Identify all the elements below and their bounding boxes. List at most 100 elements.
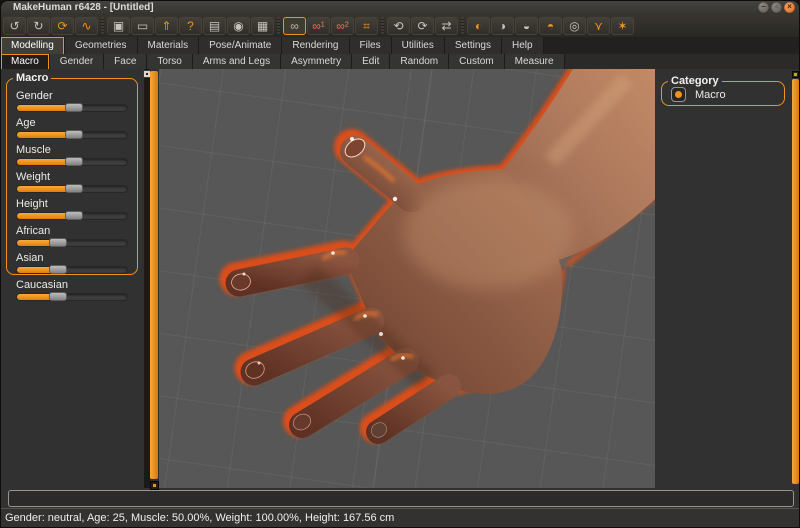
tab-pose-animate[interactable]: Pose/Animate (199, 37, 283, 54)
redo-icon[interactable]: ↻ (27, 17, 50, 35)
undo-icon[interactable]: ↺ (3, 17, 26, 35)
tab-help[interactable]: Help (502, 37, 544, 54)
slider-muscle: Muscle (16, 144, 128, 166)
progress-bar (8, 490, 794, 507)
smooth-shading-icon[interactable]: ∞ (283, 17, 306, 35)
slider-label: Muscle (16, 144, 51, 156)
subtab-random[interactable]: Random (390, 54, 450, 69)
toolbar-separator (381, 17, 384, 35)
anaglyph-1-icon[interactable]: ∞¹ (307, 17, 330, 35)
right-panel-scroll-button[interactable] (792, 71, 799, 78)
slider-handle[interactable] (65, 103, 84, 112)
subtab-edit[interactable]: Edit (352, 54, 391, 69)
tab-materials[interactable]: Materials (137, 37, 200, 54)
slider-gender: Gender (16, 90, 128, 112)
hand-model (219, 69, 655, 444)
tab-modelling[interactable]: Modelling (1, 37, 65, 54)
subtab-torso[interactable]: Torso (147, 54, 193, 69)
sub-tab-row: Macro Gender Face Torso Arms and Legs Asymmet… (1, 54, 799, 69)
macro-sliders: Gender Age Muscle Weight Height African Asian C… (7, 79, 137, 301)
slider-handle[interactable] (48, 292, 67, 301)
slider-track[interactable] (16, 265, 128, 274)
grab-screenshot-icon[interactable]: ◉ (227, 17, 250, 35)
radio-label: Macro (695, 88, 726, 101)
slider-label: Height (16, 198, 48, 210)
minimize-button[interactable]: – (758, 2, 769, 13)
slider-asian: Asian (16, 252, 128, 274)
export-file-icon[interactable]: ⇑ (155, 17, 178, 35)
slider-handle[interactable] (65, 130, 84, 139)
save-render-icon[interactable]: ▤ (203, 17, 226, 35)
window-buttons: – ▫ × (758, 2, 795, 13)
tab-geometries[interactable]: Geometries (64, 37, 138, 54)
slider-caucasian: Caucasian (16, 279, 128, 301)
tab-files[interactable]: Files (349, 37, 392, 54)
save-file-icon[interactable]: ▣ (107, 17, 130, 35)
slider-label: Age (16, 117, 36, 129)
slider-handle[interactable] (65, 184, 84, 193)
viewport-left-scroll-button[interactable] (150, 481, 159, 490)
front-view-icon[interactable]: ◐ (467, 17, 490, 35)
toolbar-separator (461, 17, 464, 35)
slider-handle[interactable] (48, 265, 67, 274)
slider-label: Caucasian (16, 279, 68, 291)
slider-label: Gender (16, 90, 53, 102)
rotate-left-icon[interactable]: ⟲ (387, 17, 410, 35)
slider-track[interactable] (16, 238, 128, 247)
subtab-asymmetry[interactable]: Asymmetry (281, 54, 353, 69)
anaglyph-2-icon[interactable]: ∞² (331, 17, 354, 35)
toolbar-separator (277, 17, 280, 35)
flip-view-icon[interactable]: ⇄ (435, 17, 458, 35)
makehuman-window: MakeHuman r6428 - [Untitled] – ▫ × ↺ ↻ ⟳ ∿ ▣ ▭ ⇑… (0, 0, 800, 528)
symmetry-icon[interactable]: ⋎ (587, 17, 610, 35)
slider-track[interactable] (16, 130, 128, 139)
close-button[interactable]: × (784, 2, 795, 13)
reset-model-icon[interactable]: ⟳ (51, 17, 74, 35)
right-panel-scrollbar[interactable] (792, 79, 799, 484)
slider-track[interactable] (16, 211, 128, 220)
left-view-icon[interactable]: ◒ (515, 17, 538, 35)
category-groupbox: Category Macro (661, 75, 785, 106)
toolbar: ↺ ↻ ⟳ ∿ ▣ ▭ ⇑? ▤ ◉ ▦ ∞ ∞¹ ∞² ⌗ ⟲ ⟳ ⇄ ◐ ◑ ◒ ◓ ◎ ⋎ ✶ (1, 15, 799, 37)
slider-height: Height (16, 198, 128, 220)
window-title: MakeHuman r6428 - [Untitled] (13, 2, 154, 13)
top-view-icon[interactable]: ◎ (563, 17, 586, 35)
wireframe-icon[interactable]: ⌗ (355, 17, 378, 35)
slider-track[interactable] (16, 292, 128, 301)
slider-handle[interactable] (65, 211, 84, 220)
viewport-3d[interactable] (159, 69, 655, 488)
slider-handle[interactable] (48, 238, 67, 247)
maximize-button[interactable]: ▫ (771, 2, 782, 13)
subtab-custom[interactable]: Custom (449, 54, 505, 69)
slider-african: African (16, 225, 128, 247)
slider-track[interactable] (16, 184, 128, 193)
slider-track[interactable] (16, 157, 128, 166)
viewport-left-scrollbar[interactable] (150, 71, 158, 479)
reset-pose-icon[interactable]: ✶ (611, 17, 634, 35)
rotate-right-icon[interactable]: ⟳ (411, 17, 434, 35)
slider-track[interactable] (16, 103, 128, 112)
subtab-measure[interactable]: Measure (504, 54, 565, 69)
titlebar[interactable]: MakeHuman r6428 - [Untitled] – ▫ × (1, 1, 799, 15)
tab-utilities[interactable]: Utilities (391, 37, 445, 54)
help-icon[interactable]: ? (179, 17, 202, 35)
tab-rendering[interactable]: Rendering (282, 37, 350, 54)
main-tab-row: Modelling Geometries Materials Pose/Animate… (1, 37, 799, 54)
slider-handle[interactable] (65, 157, 84, 166)
subtab-face[interactable]: Face (104, 54, 148, 69)
toolbar-separator (101, 17, 104, 35)
tab-settings[interactable]: Settings (444, 37, 502, 54)
content-area: Macro Gender Age Muscle Weight Height African… (1, 69, 799, 490)
macro-groupbox-title: Macro (13, 72, 52, 85)
subtab-macro[interactable]: Macro (1, 54, 50, 69)
subtab-arms-and-legs[interactable]: Arms and Legs (192, 54, 282, 69)
slider-age: Age (16, 117, 128, 139)
status-text: Gender: neutral, Age: 25, Muscle: 50.00%… (5, 512, 395, 524)
slider-label: African (16, 225, 51, 237)
back-view-icon[interactable]: ◑ (491, 17, 514, 35)
subtab-gender[interactable]: Gender (49, 54, 105, 69)
modelling-curve-icon[interactable]: ∿ (75, 17, 98, 35)
render-icon[interactable]: ▦ (251, 17, 274, 35)
load-file-icon[interactable]: ▭ (131, 17, 154, 35)
right-view-icon[interactable]: ◓ (539, 17, 562, 35)
